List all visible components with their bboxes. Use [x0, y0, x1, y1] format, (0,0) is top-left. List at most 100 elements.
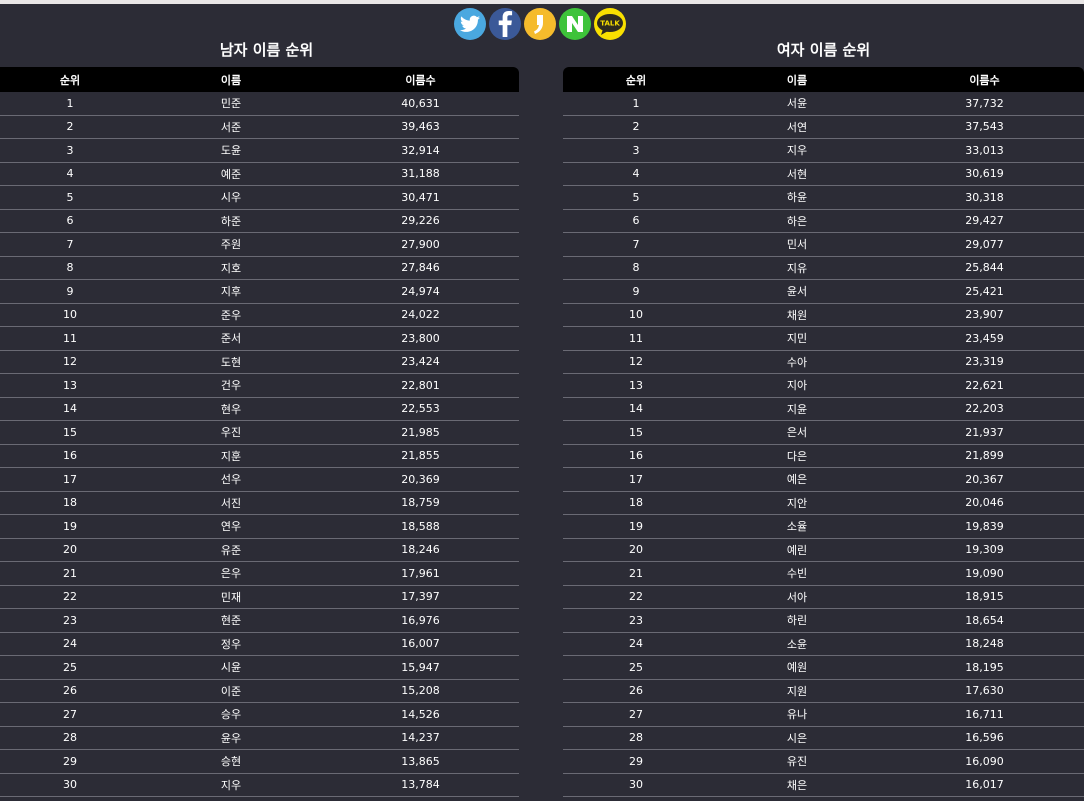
rank-cell: 21	[563, 561, 709, 586]
rank-cell: 9	[563, 279, 709, 304]
name-cell: 서윤	[709, 92, 885, 116]
name-cell: 채은	[709, 773, 885, 797]
rank-cell: 29	[563, 749, 709, 774]
table-row: 5 하윤 30,318	[563, 185, 1084, 210]
count-cell: 13,865	[322, 749, 519, 774]
kakaotalk-label: TALK	[600, 20, 620, 28]
count-cell: 37,543	[885, 115, 1084, 139]
column-header-count[interactable]: 이름수	[885, 67, 1084, 92]
table-row: 29 유진 16,090	[563, 749, 1084, 774]
table-row: 25 시윤 15,947	[0, 655, 519, 680]
count-cell: 27,900	[322, 232, 519, 257]
rank-cell: 12	[0, 350, 140, 374]
rank-cell: 13	[0, 373, 140, 398]
table-row: 22 서아 18,915	[563, 585, 1084, 609]
rank-cell: 4	[0, 162, 140, 186]
count-cell: 25,844	[885, 256, 1084, 280]
table-row: 14 지윤 22,203	[563, 397, 1084, 421]
name-cell: 하린	[709, 608, 885, 633]
name-cell: 연우	[140, 514, 322, 539]
name-cell: 도윤	[140, 138, 322, 163]
count-cell: 39,463	[322, 115, 519, 139]
name-cell: 예원	[709, 655, 885, 680]
table-row: 16 지훈 21,855	[0, 444, 519, 468]
rank-cell: 13	[563, 373, 709, 398]
rank-cell: 25	[0, 655, 140, 680]
table-row: 28 시은 16,596	[563, 726, 1084, 750]
count-cell: 29,077	[885, 232, 1084, 257]
name-cell: 승우	[140, 702, 322, 727]
rank-cell: 24	[0, 632, 140, 656]
table-row: 17 예은 20,367	[563, 467, 1084, 492]
male-ranking-panel: 남자 이름 순위 순위 이름 이름수 1 민준 40,631 2 서준 39,463 3 도윤…	[0, 36, 519, 797]
male-ranking-table: 순위 이름 이름수 1 민준 40,631 2 서준 39,463 3 도윤 32,914 4 예준…	[0, 67, 519, 797]
table-row: 26 이준 15,208	[0, 679, 519, 703]
table-row: 6 하은 29,427	[563, 209, 1084, 233]
name-cell: 예은	[709, 467, 885, 492]
female-ranking-panel: 여자 이름 순위 순위 이름 이름수 1 서윤 37,732 2 서연 37,543 3 지우…	[563, 36, 1084, 797]
rank-cell: 20	[563, 538, 709, 562]
name-cell: 민재	[140, 585, 322, 609]
rank-cell: 26	[563, 679, 709, 703]
name-cell: 준서	[140, 326, 322, 351]
table-row: 8 지유 25,844	[563, 256, 1084, 280]
table-row: 10 준우 24,022	[0, 303, 519, 327]
rank-cell: 18	[0, 491, 140, 515]
name-cell: 지훈	[140, 444, 322, 468]
count-cell: 24,974	[322, 279, 519, 304]
table-row: 17 선우 20,369	[0, 467, 519, 492]
name-cell: 현우	[140, 397, 322, 421]
count-cell: 15,208	[322, 679, 519, 703]
table-row: 15 우진 21,985	[0, 420, 519, 445]
name-cell: 시윤	[140, 655, 322, 680]
share-kakaostory-button[interactable]	[524, 8, 556, 40]
name-cell: 민준	[140, 92, 322, 116]
name-cell: 서연	[709, 115, 885, 139]
table-row: 11 준서 23,800	[0, 326, 519, 351]
count-cell: 17,961	[322, 561, 519, 586]
rank-cell: 17	[0, 467, 140, 492]
name-cell: 지후	[140, 279, 322, 304]
rank-cell: 15	[563, 420, 709, 445]
column-header-rank[interactable]: 순위	[0, 67, 140, 92]
name-cell: 승현	[140, 749, 322, 774]
count-cell: 18,195	[885, 655, 1084, 680]
table-row: 23 현준 16,976	[0, 608, 519, 633]
column-header-name[interactable]: 이름	[709, 67, 885, 92]
rank-cell: 5	[563, 185, 709, 210]
count-cell: 33,013	[885, 138, 1084, 163]
count-cell: 19,090	[885, 561, 1084, 586]
name-cell: 윤서	[709, 279, 885, 304]
column-header-name[interactable]: 이름	[140, 67, 322, 92]
column-header-rank[interactable]: 순위	[563, 67, 709, 92]
count-cell: 16,007	[322, 632, 519, 656]
rank-cell: 23	[0, 608, 140, 633]
rank-cell: 2	[0, 115, 140, 139]
rank-cell: 16	[563, 444, 709, 468]
table-row: 13 지아 22,621	[563, 373, 1084, 398]
rank-cell: 10	[563, 303, 709, 327]
name-cell: 윤우	[140, 726, 322, 750]
name-cell: 지아	[709, 373, 885, 398]
rank-cell: 8	[563, 256, 709, 280]
female-ranking-table: 순위 이름 이름수 1 서윤 37,732 2 서연 37,543 3 지우 33,013 4 서현…	[563, 67, 1084, 797]
count-cell: 18,248	[885, 632, 1084, 656]
rank-cell: 21	[0, 561, 140, 586]
name-cell: 지우	[140, 773, 322, 797]
table-row: 25 예원 18,195	[563, 655, 1084, 680]
rank-cell: 16	[0, 444, 140, 468]
column-header-count[interactable]: 이름수	[322, 67, 519, 92]
table-row: 22 민재 17,397	[0, 585, 519, 609]
rank-cell: 15	[0, 420, 140, 445]
table-row: 19 연우 18,588	[0, 514, 519, 539]
count-cell: 16,711	[885, 702, 1084, 727]
kakaotalk-icon: TALK	[597, 14, 623, 35]
count-cell: 29,427	[885, 209, 1084, 233]
count-cell: 18,759	[322, 491, 519, 515]
name-cell: 예준	[140, 162, 322, 186]
count-cell: 23,424	[322, 350, 519, 374]
count-cell: 18,246	[322, 538, 519, 562]
count-cell: 20,369	[322, 467, 519, 492]
table-row: 23 하린 18,654	[563, 608, 1084, 633]
rank-cell: 5	[0, 185, 140, 210]
